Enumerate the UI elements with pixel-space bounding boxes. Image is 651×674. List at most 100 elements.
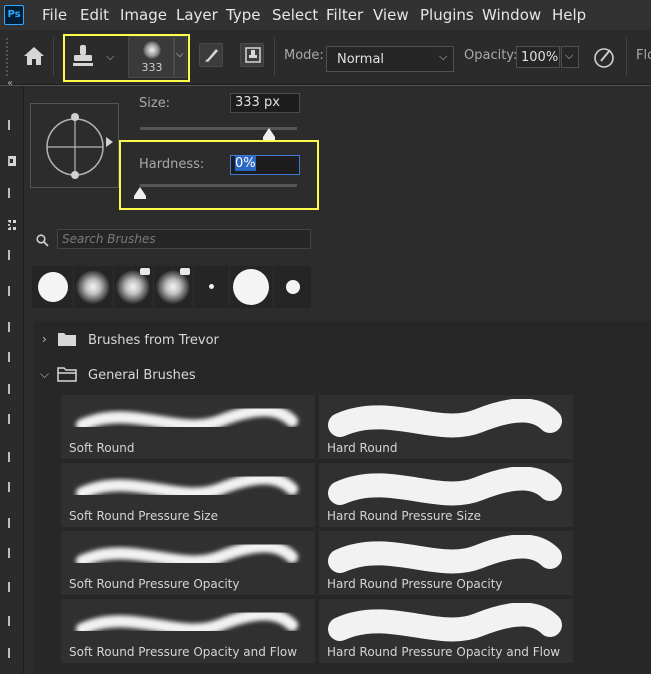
recent-brush-soft-pressure[interactable] [114,266,154,308]
brush-stroke-preview [328,603,562,642]
brush-name: Hard Round Pressure Opacity and Flow [327,645,561,659]
search-icon [36,232,49,251]
blur-tool-icon[interactable] [8,548,16,558]
recent-brush-tiny[interactable] [194,266,230,308]
history-brush-icon[interactable] [8,452,16,462]
brush-item[interactable]: Hard Round Pressure Opacity and Flow [318,598,574,664]
brush-stroke-preview [76,472,298,500]
dodge-tool-icon[interactable] [8,582,16,592]
recent-brushes-row [32,266,311,308]
menu-select[interactable]: Select [272,6,318,24]
photoshop-logo: Ps [4,5,24,25]
brush-stroke-preview [328,399,562,438]
chevron-down-icon[interactable]: ⌵ [106,50,114,64]
size-slider-thumb[interactable] [262,128,275,140]
folder-name: General Brushes [88,368,196,383]
pressure-opacity-icon[interactable] [592,45,616,73]
collapse-icon[interactable]: « [7,78,13,89]
healing-tool-icon[interactable] [8,352,16,362]
pressure-badge-icon [180,268,190,275]
recent-brush-soft-pressure-2[interactable] [154,266,194,308]
menu-plugins[interactable]: Plugins [420,6,474,24]
mode-value: Normal [337,52,385,67]
tools-panel: « [0,78,24,674]
type-tool-icon[interactable] [8,648,16,658]
stamp-tool-icon[interactable] [8,414,16,424]
recent-brush-soft[interactable] [74,266,114,308]
brush-size-preview: 333 [141,61,163,74]
move-tool-icon[interactable] [8,120,16,130]
hardness-input[interactable]: 0% [230,155,300,175]
brush-item[interactable]: Soft Round Pressure Size [60,462,316,528]
options-bar: ⌵ 333 ⌵ Mode: Normal ⌵ Opacity: 100% ⌵ F… [0,30,651,85]
brush-item[interactable]: Soft Round [60,394,316,460]
folder-general-brushes[interactable]: ⌵ General Brushes [34,358,651,392]
brush-name: Hard Round Pressure Opacity [327,577,503,591]
search-brushes-input[interactable]: Search Brushes [57,229,311,249]
brush-name: Soft Round Pressure Opacity [69,577,240,591]
recent-brush-hard-medium[interactable] [274,266,311,308]
brush-stroke-preview [76,404,298,432]
home-icon[interactable] [20,42,48,74]
chevron-down-icon[interactable]: ⌵ [40,367,49,382]
chevron-right-icon[interactable]: › [42,332,47,346]
hardness-slider[interactable] [140,184,297,187]
select-tool-icon[interactable] [8,220,16,230]
slider-thumb-icon [262,128,275,137]
hardness-highlight [119,140,319,210]
grip-handle[interactable] [6,38,10,76]
mode-select[interactable]: Normal ⌵ [326,46,454,72]
brush-name: Soft Round Pressure Size [69,509,218,523]
menu-view[interactable]: View [373,6,409,24]
menu-image[interactable]: Image [120,6,167,24]
preview-arrow-icon[interactable] [106,137,113,147]
brush-settings-button[interactable] [199,43,223,67]
separator [53,38,54,76]
recent-brush-hard-small[interactable] [32,266,74,308]
brush-tip-icon [143,41,161,59]
marquee-tool-icon[interactable] [8,156,16,166]
menu-type[interactable]: Type [226,6,260,24]
size-input[interactable]: 333 px [230,93,300,113]
brush-preset-picker[interactable]: 333 [128,36,174,78]
menu-window[interactable]: Window [482,6,541,24]
brush-stroke-preview [76,608,298,636]
brush-stroke-preview [328,535,562,574]
brush-item[interactable]: Soft Round Pressure Opacity [60,530,316,596]
separator [274,38,275,76]
brush-item[interactable]: Hard Round Pressure Opacity [318,530,574,596]
clone-source-button[interactable] [240,43,264,67]
chevron-down-icon: ⌵ [565,49,574,62]
opacity-value: 100% [521,50,559,65]
clone-stamp-icon[interactable] [70,42,96,74]
gradient-tool-icon[interactable] [8,518,16,528]
size-label: Size: [139,96,171,111]
mode-label: Mode: [284,48,324,63]
menu-edit[interactable]: Edit [80,6,109,24]
eyedropper-tool-icon[interactable] [8,322,16,332]
chevron-down-icon: ⌵ [439,50,448,63]
pen-tool-icon[interactable] [8,616,16,626]
lasso-tool-icon[interactable] [8,188,16,198]
menu-filter[interactable]: Filter [326,6,363,24]
crop-tool-icon[interactable] [8,250,16,260]
brush-item[interactable]: Soft Round Pressure Opacity and Flow [60,598,316,664]
slider-thumb-icon [134,187,146,196]
frame-tool-icon[interactable] [8,286,16,296]
brush-stroke-preview [76,540,298,568]
opacity-dropdown[interactable]: ⌵ [561,46,579,68]
folder-brushes-from-trevor[interactable]: › Brushes from Trevor [34,323,651,357]
brush-picker-dropdown[interactable]: ⌵ [174,36,187,78]
brush-item[interactable]: Hard Round [318,394,574,460]
brush-tool-icon[interactable] [8,384,16,394]
menu-layer[interactable]: Layer [176,6,218,24]
recent-brush-hard-large[interactable] [230,266,274,308]
hardness-label: Hardness: [139,157,205,172]
hardness-slider-thumb[interactable] [134,187,146,199]
menu-file[interactable]: File [42,6,67,24]
separator [626,38,627,76]
brush-item[interactable]: Hard Round Pressure Size [318,462,574,528]
menu-help[interactable]: Help [552,6,586,24]
eraser-tool-icon[interactable] [8,482,16,492]
opacity-input[interactable]: 100% [516,46,560,68]
